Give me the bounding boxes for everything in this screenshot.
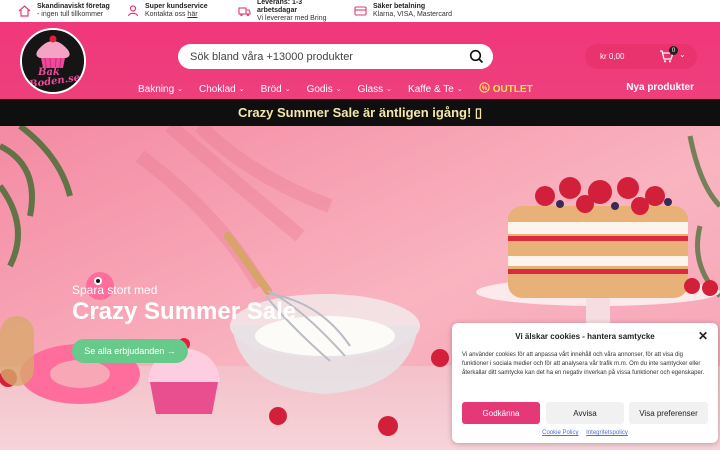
truck-icon xyxy=(238,5,251,17)
cart-button[interactable]: kr 0,00 0 ⌄ xyxy=(585,44,697,69)
usp-sub: Klarna, VISA, Mastercard xyxy=(373,11,452,18)
cart-amount: kr 0,00 xyxy=(600,52,625,61)
usp-item-payment: Säker betalning Klarna, VISA, Mastercard xyxy=(354,3,458,19)
cookie-links: Cookie Policy Integritetspolicy xyxy=(452,430,718,436)
usp-title: Super kundservice xyxy=(145,3,208,10)
promo-banner[interactable]: Crazy Summer Sale är äntligen igång! ▯ xyxy=(0,99,720,126)
nav-item-choklad[interactable]: Choklad ⌄ xyxy=(199,82,245,96)
chevron-down-icon: ⌄ xyxy=(679,50,686,59)
cookie-title: Vi älskar cookies - hantera samtycke xyxy=(515,332,655,341)
hero-cta-button[interactable]: Se alla erbjudanden → xyxy=(72,339,188,363)
promo-text: Crazy Summer Sale är äntligen igång! ▯ xyxy=(237,104,483,120)
chevron-down-icon: ⌄ xyxy=(335,86,342,93)
tag-icon: % xyxy=(478,82,490,96)
deny-cookies-button[interactable]: Avvisa xyxy=(546,402,624,424)
usp-sub: Vi levererar med Bring xyxy=(257,15,327,22)
accept-cookies-button[interactable]: Godkänna xyxy=(462,402,540,424)
contact-link[interactable]: här xyxy=(187,11,197,18)
usp-item-delivery: Leverans: 1-3 arbetsdagar Vi levererar me… xyxy=(238,0,342,23)
nav-label: Godis xyxy=(306,83,333,95)
nav-item-godis[interactable]: Godis ⌄ xyxy=(307,82,342,96)
nav-item-bakning[interactable]: Bakning ⌄ xyxy=(138,82,183,96)
nav-label: Glass xyxy=(357,83,384,95)
usp-title: Leverans: 1-3 arbetsdagar xyxy=(257,0,303,14)
home-icon xyxy=(18,5,31,17)
search-bar xyxy=(178,44,493,69)
card-icon xyxy=(354,5,367,17)
chevron-down-icon: ⌄ xyxy=(386,86,393,93)
cookie-consent-dialog: Vi älskar cookies - hantera samtycke ✕ V… xyxy=(452,323,718,443)
chevron-down-icon: ⌄ xyxy=(238,86,245,93)
cart-count-badge: 0 xyxy=(669,46,678,55)
nav-item-kaffe-te[interactable]: Kaffe & Te ⌄ xyxy=(408,82,463,96)
usp-sub: - ingen tull tillkommer xyxy=(37,11,104,18)
nav-label: Choklad xyxy=(199,83,236,95)
usp-sub: Kontakta oss xyxy=(145,11,188,18)
site-logo[interactable]: Bak Boden.se xyxy=(20,28,86,94)
nav-item-glass[interactable]: Glass ⌄ xyxy=(358,82,392,96)
nav-label: OUTLET xyxy=(492,83,533,95)
nav-label: Kaffe & Te xyxy=(408,83,454,95)
search-icon[interactable] xyxy=(469,49,484,64)
hero-eyebrow: Spara stort med xyxy=(72,283,158,297)
search-input[interactable] xyxy=(190,50,460,63)
hero-title: Crazy Summer Sale xyxy=(72,298,297,325)
chevron-down-icon: ⌄ xyxy=(284,86,291,93)
nav-label: Bakning xyxy=(138,83,175,95)
usp-bar: Skandinaviskt företag - ingen tull tillko… xyxy=(0,0,720,22)
usp-item-service: Super kundservice Kontakta oss här xyxy=(126,3,230,19)
site-header: Bak Boden.se kr 0,00 0 ⌄ Bakning⌄ Chokla… xyxy=(0,22,720,99)
usp-title: Skandinaviskt företag xyxy=(37,3,110,10)
svg-text:%: % xyxy=(482,86,488,92)
close-icon[interactable]: ✕ xyxy=(698,329,708,343)
usp-item-company: Skandinaviskt företag - ingen tull tillko… xyxy=(18,3,122,19)
nav-label: Bröd xyxy=(260,83,282,95)
nav-item-outlet[interactable]: % OUTLET xyxy=(478,82,533,96)
chevron-down-icon: ⌄ xyxy=(456,86,463,93)
chevron-down-icon: ⌄ xyxy=(177,86,184,93)
person-icon xyxy=(126,5,139,17)
cookie-policy-link[interactable]: Cookie Policy xyxy=(542,430,578,436)
cookie-preferences-button[interactable]: Visa preferenser xyxy=(629,402,708,424)
main-nav: Bakning ⌄ Choklad ⌄ Bröd ⌄ Godis ⌄ Glass ⌄ Ka… xyxy=(138,82,549,96)
cookie-body: Vi använder cookies för att anpassa vårt… xyxy=(462,352,705,376)
usp-title: Säker betalning xyxy=(373,3,426,10)
privacy-policy-link[interactable]: Integritetspolicy xyxy=(586,430,628,436)
nav-item-brod[interactable]: Bröd ⌄ xyxy=(261,82,291,96)
new-products-link[interactable]: Nya produkter xyxy=(626,82,694,93)
